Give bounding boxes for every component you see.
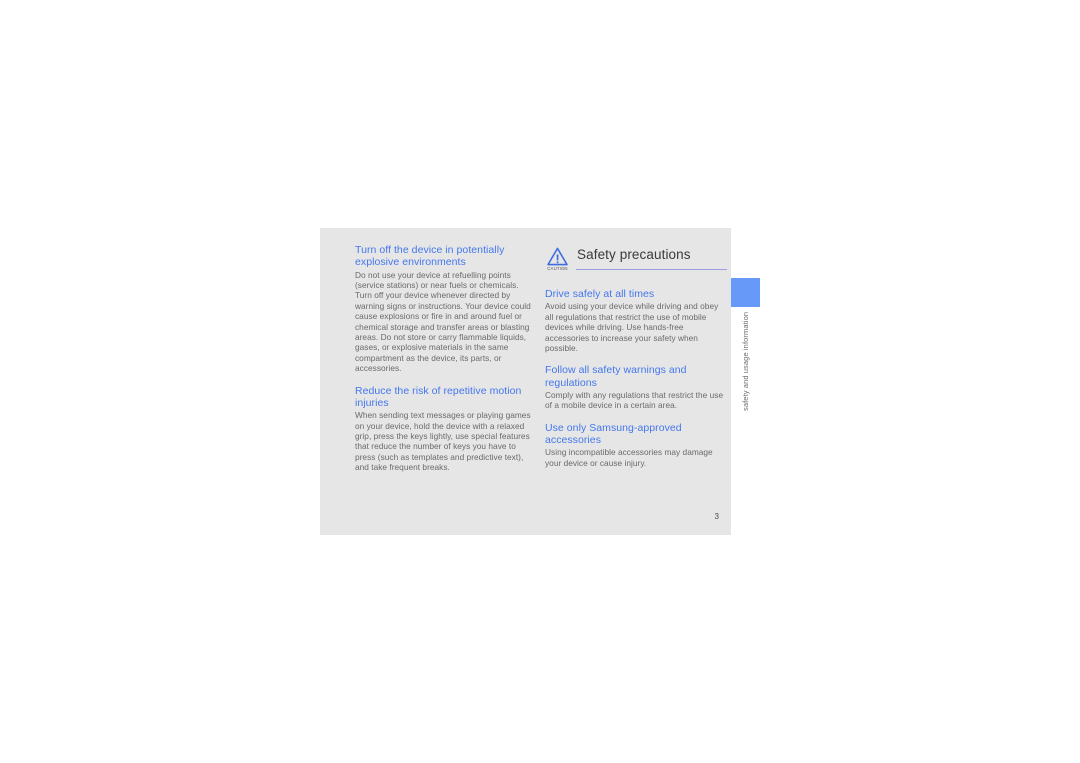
svg-text:CAUTION: CAUTION xyxy=(547,266,567,271)
right-block-drive-safely: Drive safely at all times Avoid using yo… xyxy=(545,288,727,353)
body-repetitive-motion: When sending text messages or playing ga… xyxy=(355,410,531,473)
heading-safety-warnings: Follow all safety warnings and regulatio… xyxy=(545,364,687,389)
heading-repetitive-motion: Reduce the risk of repetitive motion inj… xyxy=(355,384,522,409)
caution-icon: CAUTION xyxy=(545,246,571,272)
left-block-repetitive-motion: Reduce the risk of repetitive motion inj… xyxy=(355,385,537,473)
chapter-thumb-tab xyxy=(731,278,760,307)
body-drive-safely: Avoid using your device while driving an… xyxy=(545,301,719,353)
heading-drive-safely: Drive safely at all times xyxy=(545,288,655,300)
chapter-thumb-tab-label: safety and usage information xyxy=(741,312,750,412)
heading-approved-accessories: Use only Samsung-approved accessories xyxy=(545,421,682,447)
body-explosive-environments: Do not use your device at refuelling poi… xyxy=(355,269,531,374)
right-text-column: CAUTION Safety precautions Drive safely … xyxy=(545,244,727,468)
left-text-column: Turn off the device in potentially explo… xyxy=(355,244,537,473)
section-title: Safety precautions xyxy=(577,247,691,262)
left-block-explosive-environments: Turn off the device in potentially explo… xyxy=(355,244,537,374)
body-approved-accessories: Using incompatible accessories may damag… xyxy=(545,447,713,468)
right-block-approved-accessories: Use only Samsung-approved accessories Us… xyxy=(545,422,727,468)
heading-explosive-environments: Turn off the device in potentially explo… xyxy=(355,244,505,269)
manual-page: Turn off the device in potentially explo… xyxy=(320,228,731,535)
section-divider xyxy=(576,269,727,270)
right-block-safety-warnings: Follow all safety warnings and regulatio… xyxy=(545,364,727,410)
body-safety-warnings: Comply with any regulations that restric… xyxy=(545,389,724,411)
section-header-safety-precautions: CAUTION Safety precautions xyxy=(545,244,727,278)
screenshot-canvas: Turn off the device in potentially explo… xyxy=(0,0,1080,763)
page-number: 3 xyxy=(714,512,719,521)
